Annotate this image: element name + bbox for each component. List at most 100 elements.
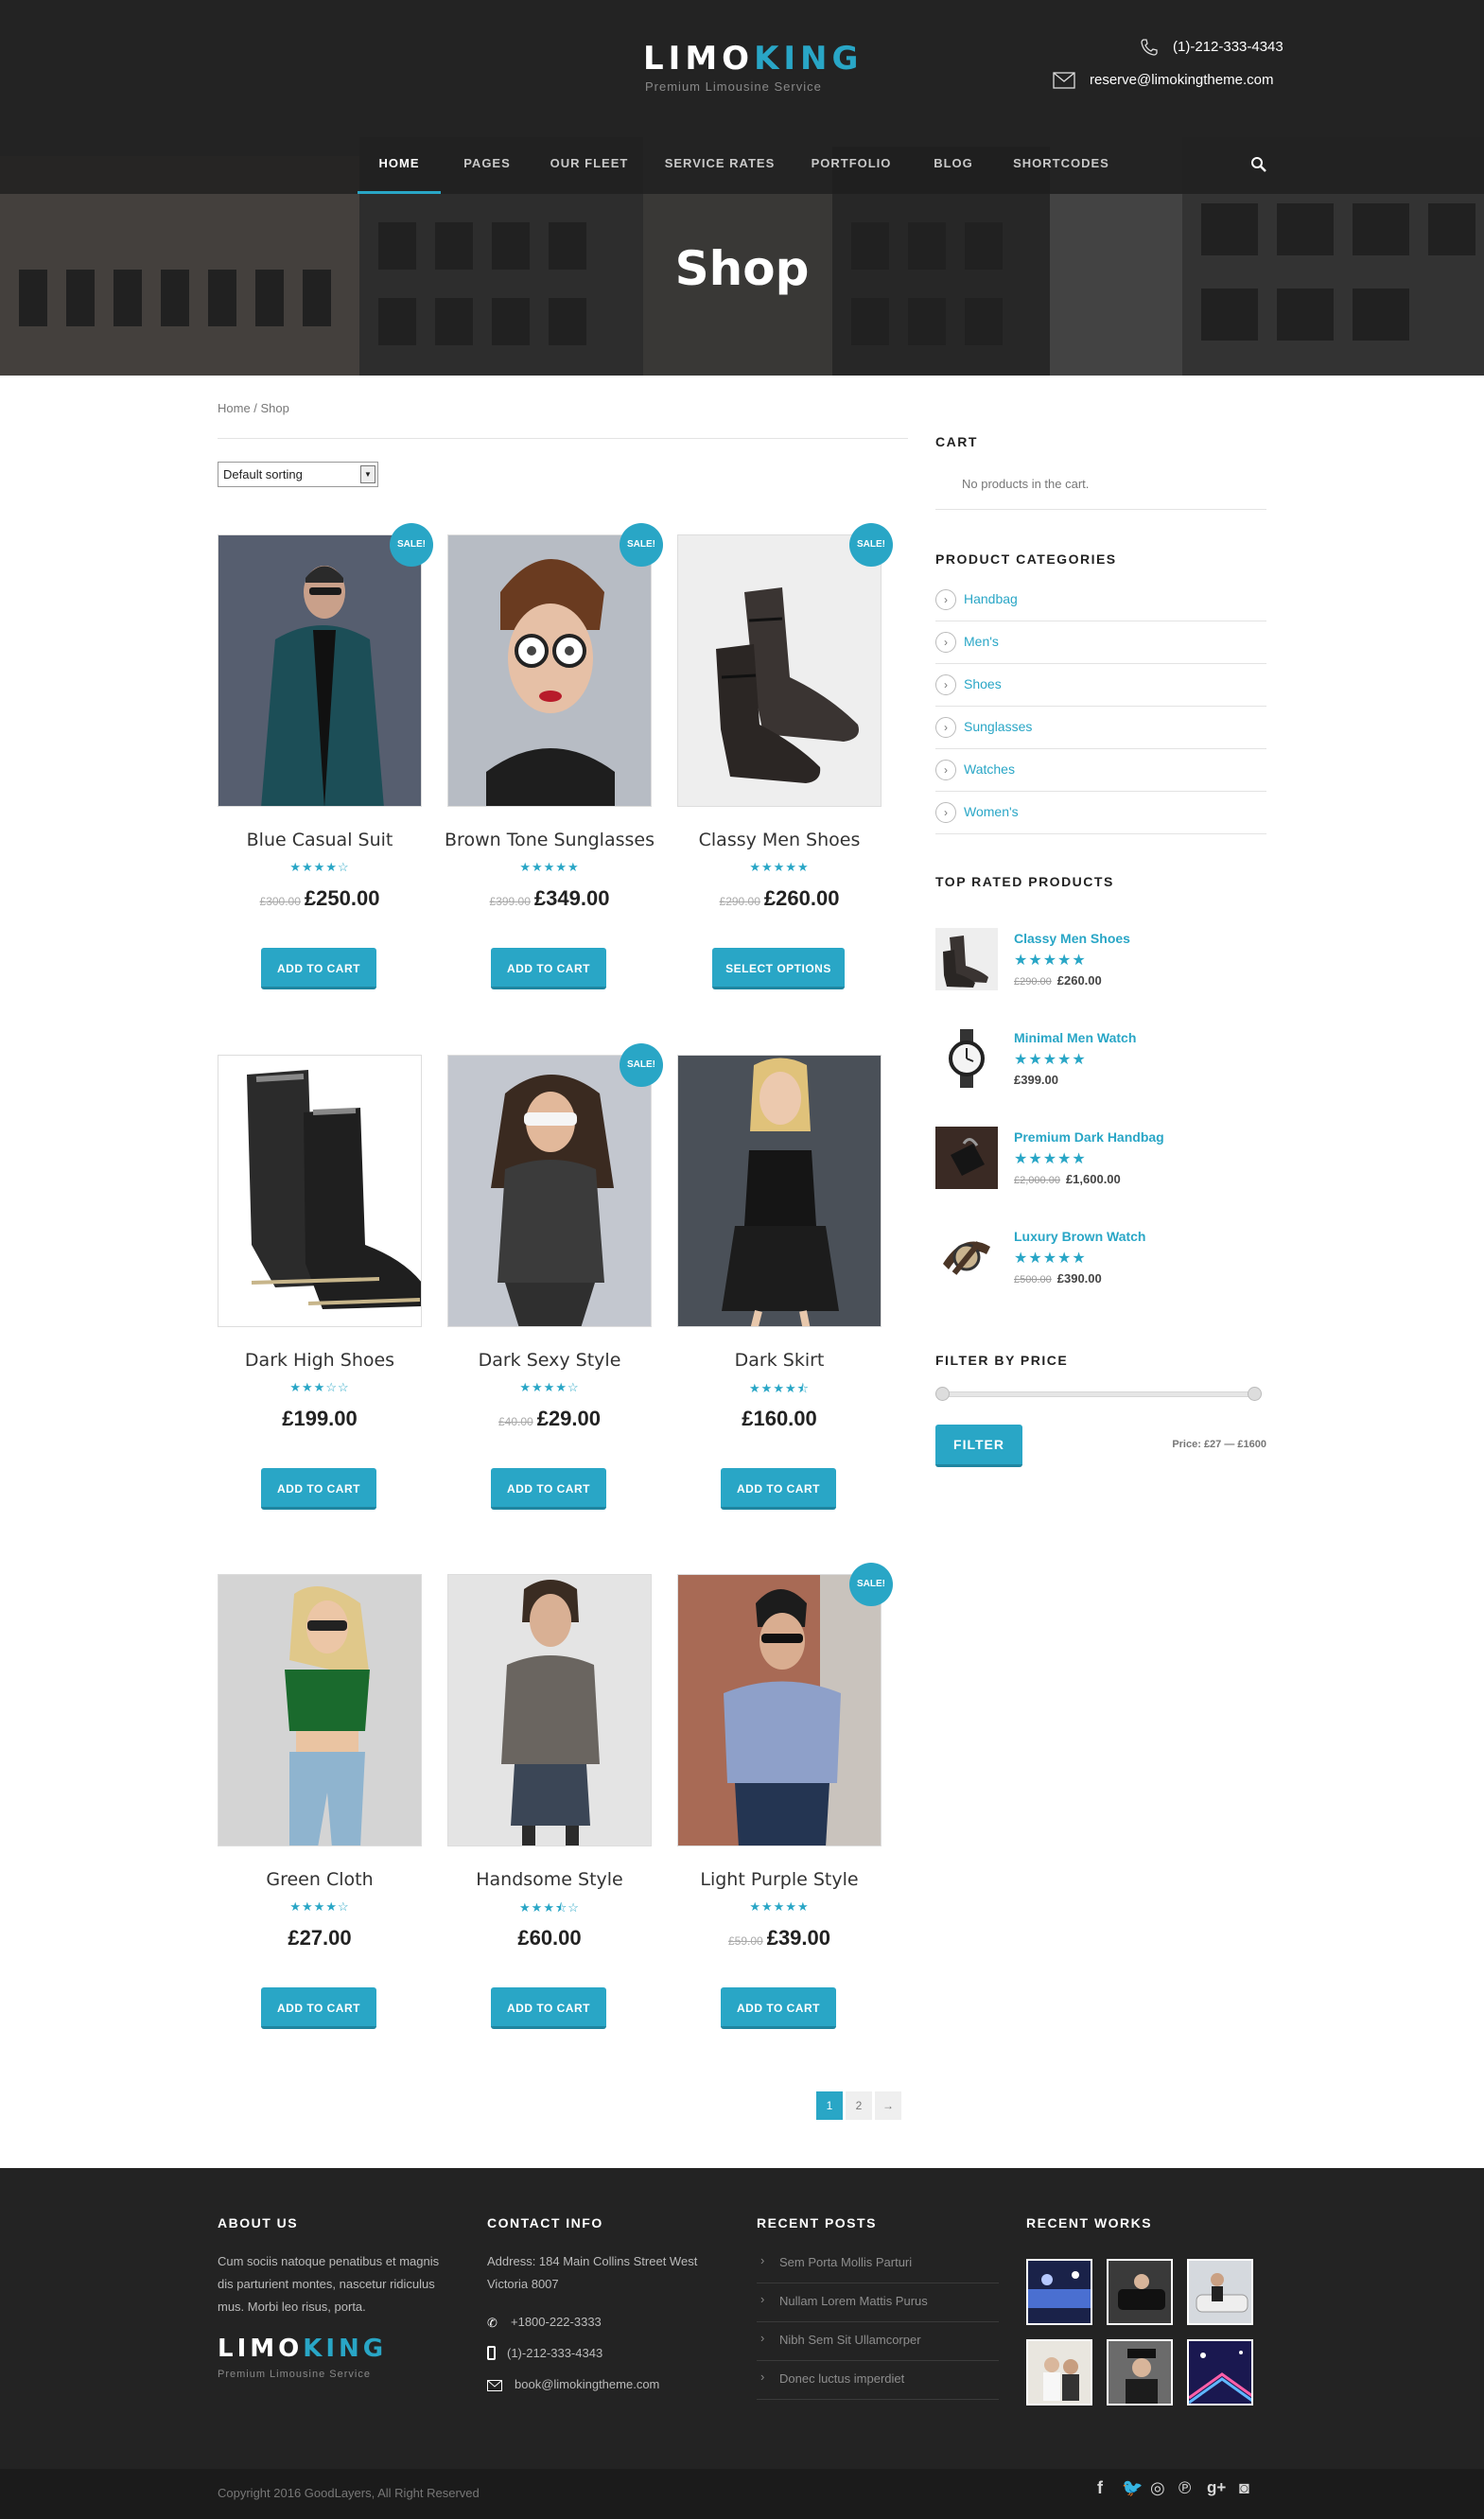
twitter-icon[interactable]: 🐦 xyxy=(1122,2478,1143,2498)
add-to-cart-button[interactable]: ADD TO CART xyxy=(491,1468,606,1510)
divider xyxy=(935,509,1266,510)
category-item-mens[interactable]: › Men's xyxy=(935,621,1266,664)
recent-work-thumbnail[interactable] xyxy=(1107,2259,1173,2325)
category-item-handbag[interactable]: › Handbag xyxy=(935,579,1266,621)
add-to-cart-button[interactable]: ADD TO CART xyxy=(721,1987,836,2029)
recent-work-thumbnail[interactable] xyxy=(1187,2339,1253,2405)
nav-blog[interactable]: BLOG xyxy=(925,137,982,194)
page-1-button[interactable]: 1 xyxy=(816,2091,843,2120)
nav-portfolio[interactable]: PORTFOLIO xyxy=(806,137,897,194)
product-price: £60.00 xyxy=(517,1926,582,1950)
recent-post-link[interactable]: › Donec luctus imperdiet xyxy=(757,2361,999,2400)
product-name[interactable]: Handsome Style xyxy=(419,1869,680,1890)
product-image[interactable] xyxy=(218,534,422,807)
nav-service-rates[interactable]: SERVICE RATES xyxy=(662,137,777,194)
nav-home[interactable]: HOME xyxy=(358,137,441,194)
top-rated-item[interactable]: Luxury Brown Watch ★★★★★ £500.00 £390.00 xyxy=(935,1226,1266,1292)
product-image[interactable] xyxy=(447,1574,652,1846)
google-plus-icon[interactable]: g+ xyxy=(1207,2478,1226,2497)
price-slider-max-handle[interactable] xyxy=(1248,1387,1262,1401)
site-logo[interactable]: LIMOKING xyxy=(643,40,863,78)
next-page-button[interactable]: → xyxy=(875,2091,901,2120)
rating-stars: ★★★★☆ xyxy=(519,1380,580,1394)
footer-logo[interactable]: LIMOKING xyxy=(218,2335,387,2363)
product-image[interactable] xyxy=(447,1055,652,1327)
filter-button[interactable]: FILTER xyxy=(935,1425,1022,1467)
nav-shortcodes[interactable]: SHORTCODES xyxy=(1010,137,1112,194)
chevron-right-icon: › xyxy=(760,2370,765,2384)
page-title: Shop xyxy=(674,241,810,296)
product-name[interactable]: Brown Tone Sunglasses xyxy=(419,830,680,850)
category-item-sunglasses[interactable]: › Sunglasses xyxy=(935,707,1266,749)
recent-post-link[interactable]: › Sem Porta Mollis Parturi xyxy=(757,2245,999,2283)
add-to-cart-button[interactable]: ADD TO CART xyxy=(491,1987,606,2029)
add-to-cart-button[interactable]: ADD TO CART xyxy=(261,948,376,989)
categories-widget-title: PRODUCT CATEGORIES xyxy=(935,551,1117,567)
top-rated-item[interactable]: Classy Men Shoes ★★★★★ £290.00 £260.00 xyxy=(935,928,1266,994)
select-options-button[interactable]: SELECT OPTIONS xyxy=(712,948,845,989)
product-price: £40.00 £29.00 xyxy=(498,1407,601,1430)
recent-work-thumbnail[interactable] xyxy=(1026,2339,1092,2405)
product-image[interactable] xyxy=(677,1055,882,1327)
product-name[interactable]: Green Cloth xyxy=(189,1869,450,1890)
sale-badge: SALE! xyxy=(620,523,663,567)
product-name[interactable]: Blue Casual Suit xyxy=(189,830,450,850)
product-thumbnail[interactable] xyxy=(935,1226,998,1288)
product-name[interactable]: Classy Men Shoes xyxy=(649,830,910,850)
top-rated-item[interactable]: Premium Dark Handbag ★★★★★ £2,000.00 £1,6… xyxy=(935,1127,1266,1193)
product-image[interactable] xyxy=(218,1055,422,1327)
product-image[interactable] xyxy=(447,534,652,807)
add-to-cart-button[interactable]: ADD TO CART xyxy=(491,948,606,989)
add-to-cart-button[interactable]: ADD TO CART xyxy=(721,1468,836,1510)
product-card: SALE! Blue Casual Suit ★★★★☆ £300.00 £250… xyxy=(218,523,433,1026)
product-image[interactable] xyxy=(677,1574,882,1846)
header-email[interactable]: reserve@limokingtheme.com xyxy=(1090,72,1273,88)
footer-logo-tagline: Premium Limousine Service xyxy=(218,2369,371,2380)
price-slider-track[interactable] xyxy=(939,1391,1261,1397)
nav-pages[interactable]: PAGES xyxy=(456,137,518,194)
footer-email[interactable]: book@limokingtheme.com xyxy=(515,2373,659,2396)
instagram-icon[interactable]: ◙ xyxy=(1239,2478,1249,2498)
dribbble-icon[interactable]: ◎ xyxy=(1150,2478,1165,2498)
price-range-label: Price: £27 — £1600 xyxy=(1172,1439,1266,1450)
footer-works-title: RECENT WORKS xyxy=(1026,2215,1153,2230)
add-to-cart-button[interactable]: ADD TO CART xyxy=(261,1987,376,2029)
category-item-shoes[interactable]: › Shoes xyxy=(935,664,1266,707)
recent-post-link[interactable]: › Nullam Lorem Mattis Purus xyxy=(757,2283,999,2322)
header-phone[interactable]: (1)-212-333-4343 xyxy=(1173,39,1283,55)
footer-phone-2[interactable]: (1)-212-333-4343 xyxy=(507,2342,602,2365)
product-thumbnail[interactable] xyxy=(935,1127,998,1189)
footer-phone-1[interactable]: +1800-222-3333 xyxy=(511,2311,602,2334)
sorting-select[interactable]: Default sorting ▼ xyxy=(218,462,378,487)
recent-work-thumbnail[interactable] xyxy=(1026,2259,1092,2325)
recent-post-link[interactable]: › Nibh Sem Sit Ullamcorper xyxy=(757,2322,999,2361)
product-image[interactable] xyxy=(677,534,882,807)
product-thumbnail[interactable] xyxy=(935,1027,998,1090)
sale-badge: SALE! xyxy=(390,523,433,567)
recent-work-thumbnail[interactable] xyxy=(1187,2259,1253,2325)
facebook-icon[interactable]: f xyxy=(1097,2478,1103,2498)
page-2-button[interactable]: 2 xyxy=(846,2091,872,2120)
product-name[interactable]: Dark Sexy Style xyxy=(419,1350,680,1371)
nav-our-fleet[interactable]: OUR FLEET xyxy=(547,137,632,194)
add-to-cart-button[interactable]: ADD TO CART xyxy=(261,1468,376,1510)
chevron-down-icon: ▼ xyxy=(360,465,375,483)
breadcrumb[interactable]: Home / Shop xyxy=(218,401,289,415)
search-icon[interactable] xyxy=(1250,156,1267,173)
filter-widget-title: FILTER BY PRICE xyxy=(935,1353,1069,1368)
cart-widget-title: CART xyxy=(935,434,978,449)
product-thumbnail[interactable] xyxy=(935,928,998,990)
top-rated-item[interactable]: Minimal Men Watch ★★★★★ £399.00 xyxy=(935,1027,1266,1093)
product-name[interactable]: Dark Skirt xyxy=(649,1350,910,1371)
product-name[interactable]: Light Purple Style xyxy=(649,1869,910,1890)
category-item-womens[interactable]: › Women's xyxy=(935,792,1266,834)
category-item-watches[interactable]: › Watches xyxy=(935,749,1266,792)
product-name[interactable]: Dark High Shoes xyxy=(189,1350,450,1371)
chevron-right-icon: › xyxy=(935,717,956,738)
recent-work-thumbnail[interactable] xyxy=(1107,2339,1173,2405)
pinterest-icon[interactable]: ℗ xyxy=(1178,2478,1191,2498)
rating-stars: ★★★★★ xyxy=(1014,1052,1087,1068)
product-image[interactable] xyxy=(218,1574,422,1846)
price-slider-min-handle[interactable] xyxy=(935,1387,950,1401)
phone-icon xyxy=(1140,38,1161,59)
